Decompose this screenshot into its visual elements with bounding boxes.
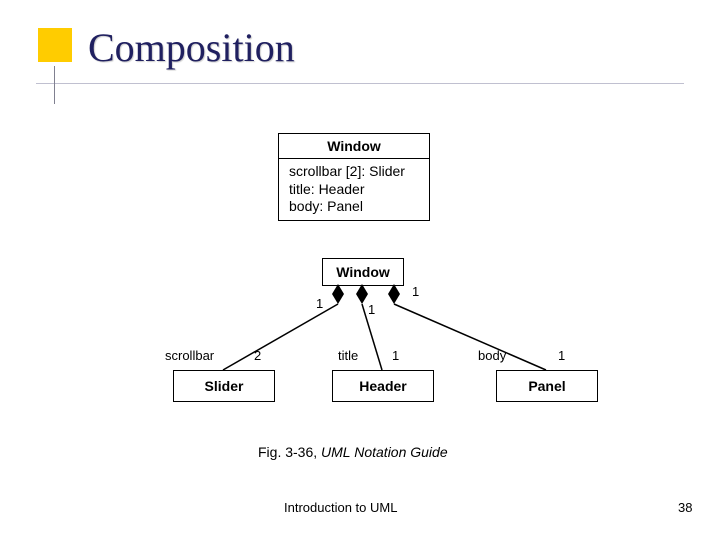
diamond-scrollbar [332, 284, 344, 304]
mult-body-root: 1 [412, 284, 419, 299]
edge-body [394, 304, 546, 370]
mult-title-root: 1 [368, 302, 375, 317]
figure-caption-italic: UML Notation Guide [321, 444, 448, 460]
mult-body-leaf: 1 [558, 348, 565, 363]
diamond-title [356, 284, 368, 304]
figure-caption-prefix: Fig. 3-36, [258, 444, 321, 460]
edge-scrollbar [223, 304, 338, 370]
figure-caption: Fig. 3-36, UML Notation Guide [258, 444, 448, 460]
mult-scrollbar-leaf: 2 [254, 348, 261, 363]
mult-scrollbar-root: 1 [316, 296, 323, 311]
mult-title-leaf: 1 [392, 348, 399, 363]
footer-center: Introduction to UML [284, 500, 397, 515]
slide: { "title": "Composition", "classBox": { … [0, 0, 720, 540]
footer-page-number: 38 [678, 500, 692, 515]
role-title: title [338, 348, 358, 363]
role-body: body [478, 348, 506, 363]
role-scrollbar: scrollbar [165, 348, 214, 363]
diamond-body [388, 284, 400, 304]
